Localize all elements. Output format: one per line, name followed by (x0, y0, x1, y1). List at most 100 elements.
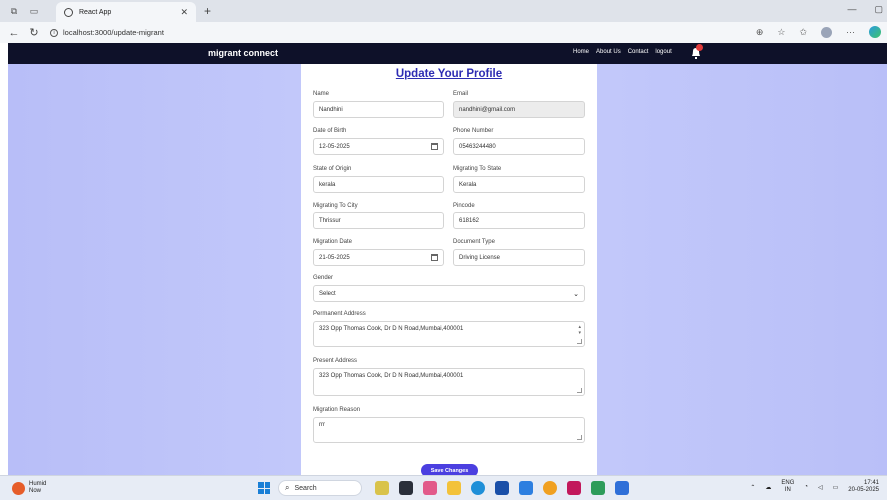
widgets-icon[interactable] (375, 481, 389, 495)
email-label: Email (453, 91, 469, 97)
back-icon[interactable]: ← (8, 27, 20, 39)
language: ENG (781, 480, 795, 486)
search-placeholder: Search (294, 484, 317, 492)
favorite-star-icon[interactable]: ☆ (777, 27, 785, 38)
chevron-down-icon: ⌄ (573, 291, 579, 298)
zoom-icon[interactable]: ⊕ (756, 27, 764, 38)
permanent-address-label: Permanent Address (313, 311, 366, 317)
name-input[interactable]: Nandhini (313, 101, 444, 118)
nav-home[interactable]: Home (573, 49, 589, 55)
system-tray: ⌃ ☁ ENG IN ◔ ◁ ▭ 17:41 20-05-2025 (750, 480, 879, 494)
more-options-icon[interactable]: ··· (846, 27, 855, 37)
wifi-icon[interactable]: ◔ (804, 484, 808, 490)
dob-input[interactable]: 12-05-2025 (313, 138, 444, 155)
migration-reason-textarea[interactable]: rrr (313, 417, 585, 443)
region: IN (784, 487, 791, 493)
pincode-input[interactable]: 618162 (453, 212, 585, 229)
workspaces-icon[interactable]: ⧉ (8, 5, 20, 17)
weather-sub: Now (29, 488, 42, 494)
mig-date-input[interactable]: 21-05-2025 (313, 249, 444, 266)
chrome-icon[interactable] (543, 481, 557, 495)
present-address-textarea[interactable]: 323 Opp Thomas Cook, Dr D N Road,Mumbai,… (313, 368, 585, 396)
language-indicator[interactable]: ENG IN (781, 480, 794, 494)
resize-grip-icon[interactable] (577, 339, 582, 344)
resize-grip-icon[interactable] (577, 435, 582, 440)
address-bar: ← ↻ i localhost:3000/update-migrant ⊕ ☆ … (0, 22, 887, 43)
app-icon[interactable] (423, 481, 437, 495)
close-tab-icon[interactable]: ✕ (180, 7, 188, 18)
phone-input[interactable]: 05463244480 (453, 138, 585, 155)
task-view-icon[interactable] (399, 481, 413, 495)
app-navbar: migrant connect Home About Us Contact lo… (8, 43, 887, 64)
permanent-address-value: 323 Opp Thomas Cook, Dr D N Road,Mumbai,… (319, 326, 464, 332)
url-field[interactable]: i localhost:3000/update-migrant (50, 28, 164, 37)
update-profile-form: Update Your Profile Name Nandhini Email … (301, 64, 597, 477)
scroll-arrows-icon[interactable]: ▴ ▾ (578, 324, 581, 336)
resize-grip-icon[interactable] (577, 388, 582, 393)
minimize-icon[interactable]: — (847, 4, 856, 15)
nav-links: Home About Us Contact logout (573, 49, 672, 55)
migration-reason-label: Migration Reason (313, 407, 361, 413)
doc-type-label: Document Type (453, 239, 495, 245)
window-controls: — ▢ (847, 4, 883, 15)
mig-state-value: Kerala (459, 181, 477, 188)
cloud-icon[interactable]: ☁ (765, 484, 771, 491)
tab-actions-icon[interactable]: ▭ (28, 5, 40, 17)
search-icon: ⌕ (285, 483, 290, 492)
info-icon[interactable]: i (50, 28, 58, 37)
permanent-address-textarea[interactable]: 323 Opp Thomas Cook, Dr D N Road,Mumbai,… (313, 321, 585, 347)
app-icon[interactable] (567, 481, 581, 495)
browser-tab[interactable]: React App ✕ (56, 2, 196, 22)
nav-about[interactable]: About Us (596, 49, 621, 55)
dob-label: Date of Birth (313, 128, 347, 134)
dob-value: 12-05-2025 (319, 143, 350, 150)
battery-icon[interactable]: ▭ (833, 484, 839, 491)
origin-label: State of Origin (313, 166, 352, 172)
globe-icon (64, 7, 73, 17)
nav-logout[interactable]: logout (655, 49, 671, 55)
start-button[interactable] (258, 482, 270, 494)
file-explorer-icon[interactable] (447, 481, 461, 495)
calendar-icon[interactable] (431, 254, 438, 261)
brand-title: migrant connect (208, 48, 279, 58)
edge-icon[interactable] (471, 481, 485, 495)
notification-badge (696, 44, 703, 51)
date: 20-05-2025 (848, 487, 879, 493)
mig-city-value: Thrissur (319, 217, 341, 224)
calendar-icon[interactable] (431, 143, 438, 150)
mig-state-label: Migrating To State (453, 166, 502, 172)
name-value: Nandhini (319, 106, 343, 113)
email-input: nandhini@gmail.com (453, 101, 585, 118)
tab-title: React App (79, 8, 112, 16)
app-icon[interactable] (591, 481, 605, 495)
mig-city-label: Migrating To City (313, 203, 358, 209)
restore-icon[interactable]: ▢ (874, 4, 883, 15)
phone-value: 05463244480 (459, 143, 496, 150)
copilot-icon[interactable] (869, 26, 881, 38)
mig-city-input[interactable]: Thrissur (313, 212, 444, 229)
favorites-icon[interactable]: ✩ (799, 27, 807, 38)
origin-input[interactable]: kerala (313, 176, 444, 193)
new-tab-icon[interactable]: + (204, 4, 211, 18)
store-icon[interactable] (495, 481, 509, 495)
migration-reason-value: rrr (319, 422, 325, 428)
volume-icon[interactable]: ◁ (818, 484, 823, 491)
refresh-icon[interactable]: ↻ (28, 26, 40, 39)
origin-value: kerala (319, 181, 336, 188)
nav-contact[interactable]: Contact (628, 49, 649, 55)
clock[interactable]: 17:41 20-05-2025 (848, 480, 879, 494)
vscode-icon[interactable] (615, 481, 629, 495)
mail-icon[interactable] (519, 481, 533, 495)
weather-icon (12, 481, 25, 495)
taskbar-search[interactable]: ⌕ Search (278, 480, 362, 496)
mig-date-label: Migration Date (313, 239, 353, 245)
chevron-up-icon[interactable]: ⌃ (750, 484, 755, 491)
page-title: Update Your Profile (395, 68, 503, 80)
gender-select[interactable]: Select ⌄ (313, 285, 585, 302)
browser-tab-bar: ⧉ ▭ React App ✕ + — ▢ (0, 0, 887, 22)
doc-type-value: Driving License (459, 254, 501, 261)
doc-type-input[interactable]: Driving License (453, 249, 585, 266)
profile-avatar[interactable] (821, 26, 832, 38)
weather-widget[interactable]: Humid Now (12, 481, 46, 495)
mig-state-input[interactable]: Kerala (453, 176, 585, 193)
